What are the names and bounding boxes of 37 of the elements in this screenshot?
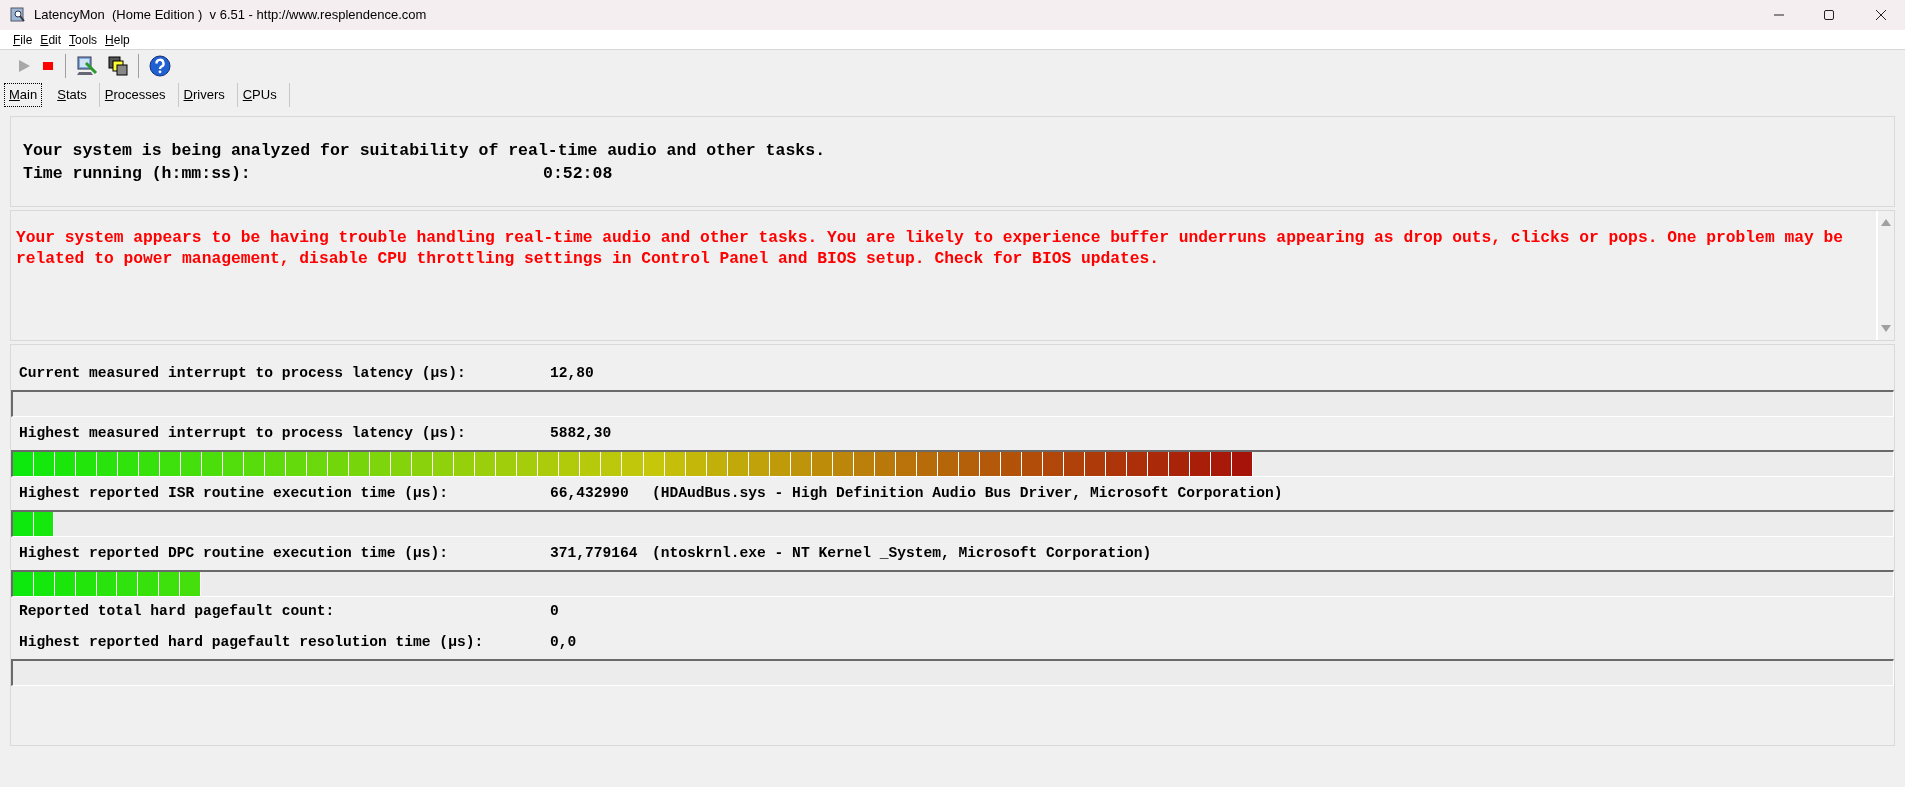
time-label: Time running (h:mm:ss): <box>23 163 252 185</box>
driver-detail: (HDAudBus.sys - High Definition Audio Bus Driver, Microsoft Corporation) <box>652 483 1283 503</box>
close-icon[interactable] <box>1875 9 1887 21</box>
menu-item[interactable]: File <box>10 30 36 49</box>
tab[interactable]: Stats <box>52 83 100 107</box>
scroll-down-icon[interactable] <box>1881 325 1891 332</box>
metric-value: 0 <box>550 601 560 621</box>
time-value: 0:52:08 <box>543 163 613 185</box>
tab[interactable]: Main <box>4 83 43 107</box>
window-title: LatencyMon (Home Edition ) v 6.51 - http://www.resplendence.com <box>34 6 427 25</box>
metric-label: Reported total hard pagefault count: <box>19 601 336 621</box>
tab[interactable]: Processes <box>99 83 179 107</box>
help-icon[interactable] <box>149 54 171 77</box>
metric-label: Highest reported ISR routine execution time (µs): <box>19 483 450 503</box>
menu-item[interactable]: Tools <box>66 30 101 49</box>
metric-value: 12,80 <box>550 363 595 383</box>
tab[interactable]: Drivers <box>178 83 238 107</box>
metric-label: Highest reported DPC routine execution time (µs): <box>19 543 450 563</box>
menu-item[interactable]: Edit <box>37 30 65 49</box>
metric-value: 0,0 <box>550 632 578 652</box>
metric-label: Current measured interrupt to process latency (µs): <box>19 363 467 383</box>
computer-wrench-icon[interactable] <box>76 54 98 77</box>
app-icon <box>10 7 26 23</box>
driver-detail: (ntoskrnl.exe - NT Kernel _System, Microsoft Corporation) <box>652 543 1152 563</box>
status-message: Your system is being analyzed for suitability of real-time audio and other tasks. <box>23 140 827 162</box>
maximize-icon[interactable] <box>1823 9 1835 21</box>
menu-item[interactable]: Help <box>102 30 133 49</box>
metric-value: 66,432990 <box>550 483 630 503</box>
verdict-message: Your system appears to be having trouble handling real-time audio and other tasks. You are likely to experience buffer underruns appearing as drop outs, clicks or pops. One problem may be related to power management, disable CPU throttling settings in Control Panel and BIOS setup. Check for BIOS updates. <box>15 227 1845 270</box>
metric-value: 371,779164 <box>550 543 639 563</box>
metric-label: Highest measured interrupt to process latency (µs): <box>19 423 467 443</box>
scrollbar[interactable] <box>1876 211 1894 340</box>
scroll-up-icon[interactable] <box>1881 219 1891 226</box>
metric-label: Highest reported hard pagefault resolution time (µs): <box>19 632 485 652</box>
metric-value: 5882,30 <box>550 423 613 443</box>
tab[interactable]: CPUs <box>237 83 290 107</box>
overlapping-windows-icon[interactable] <box>108 55 128 76</box>
